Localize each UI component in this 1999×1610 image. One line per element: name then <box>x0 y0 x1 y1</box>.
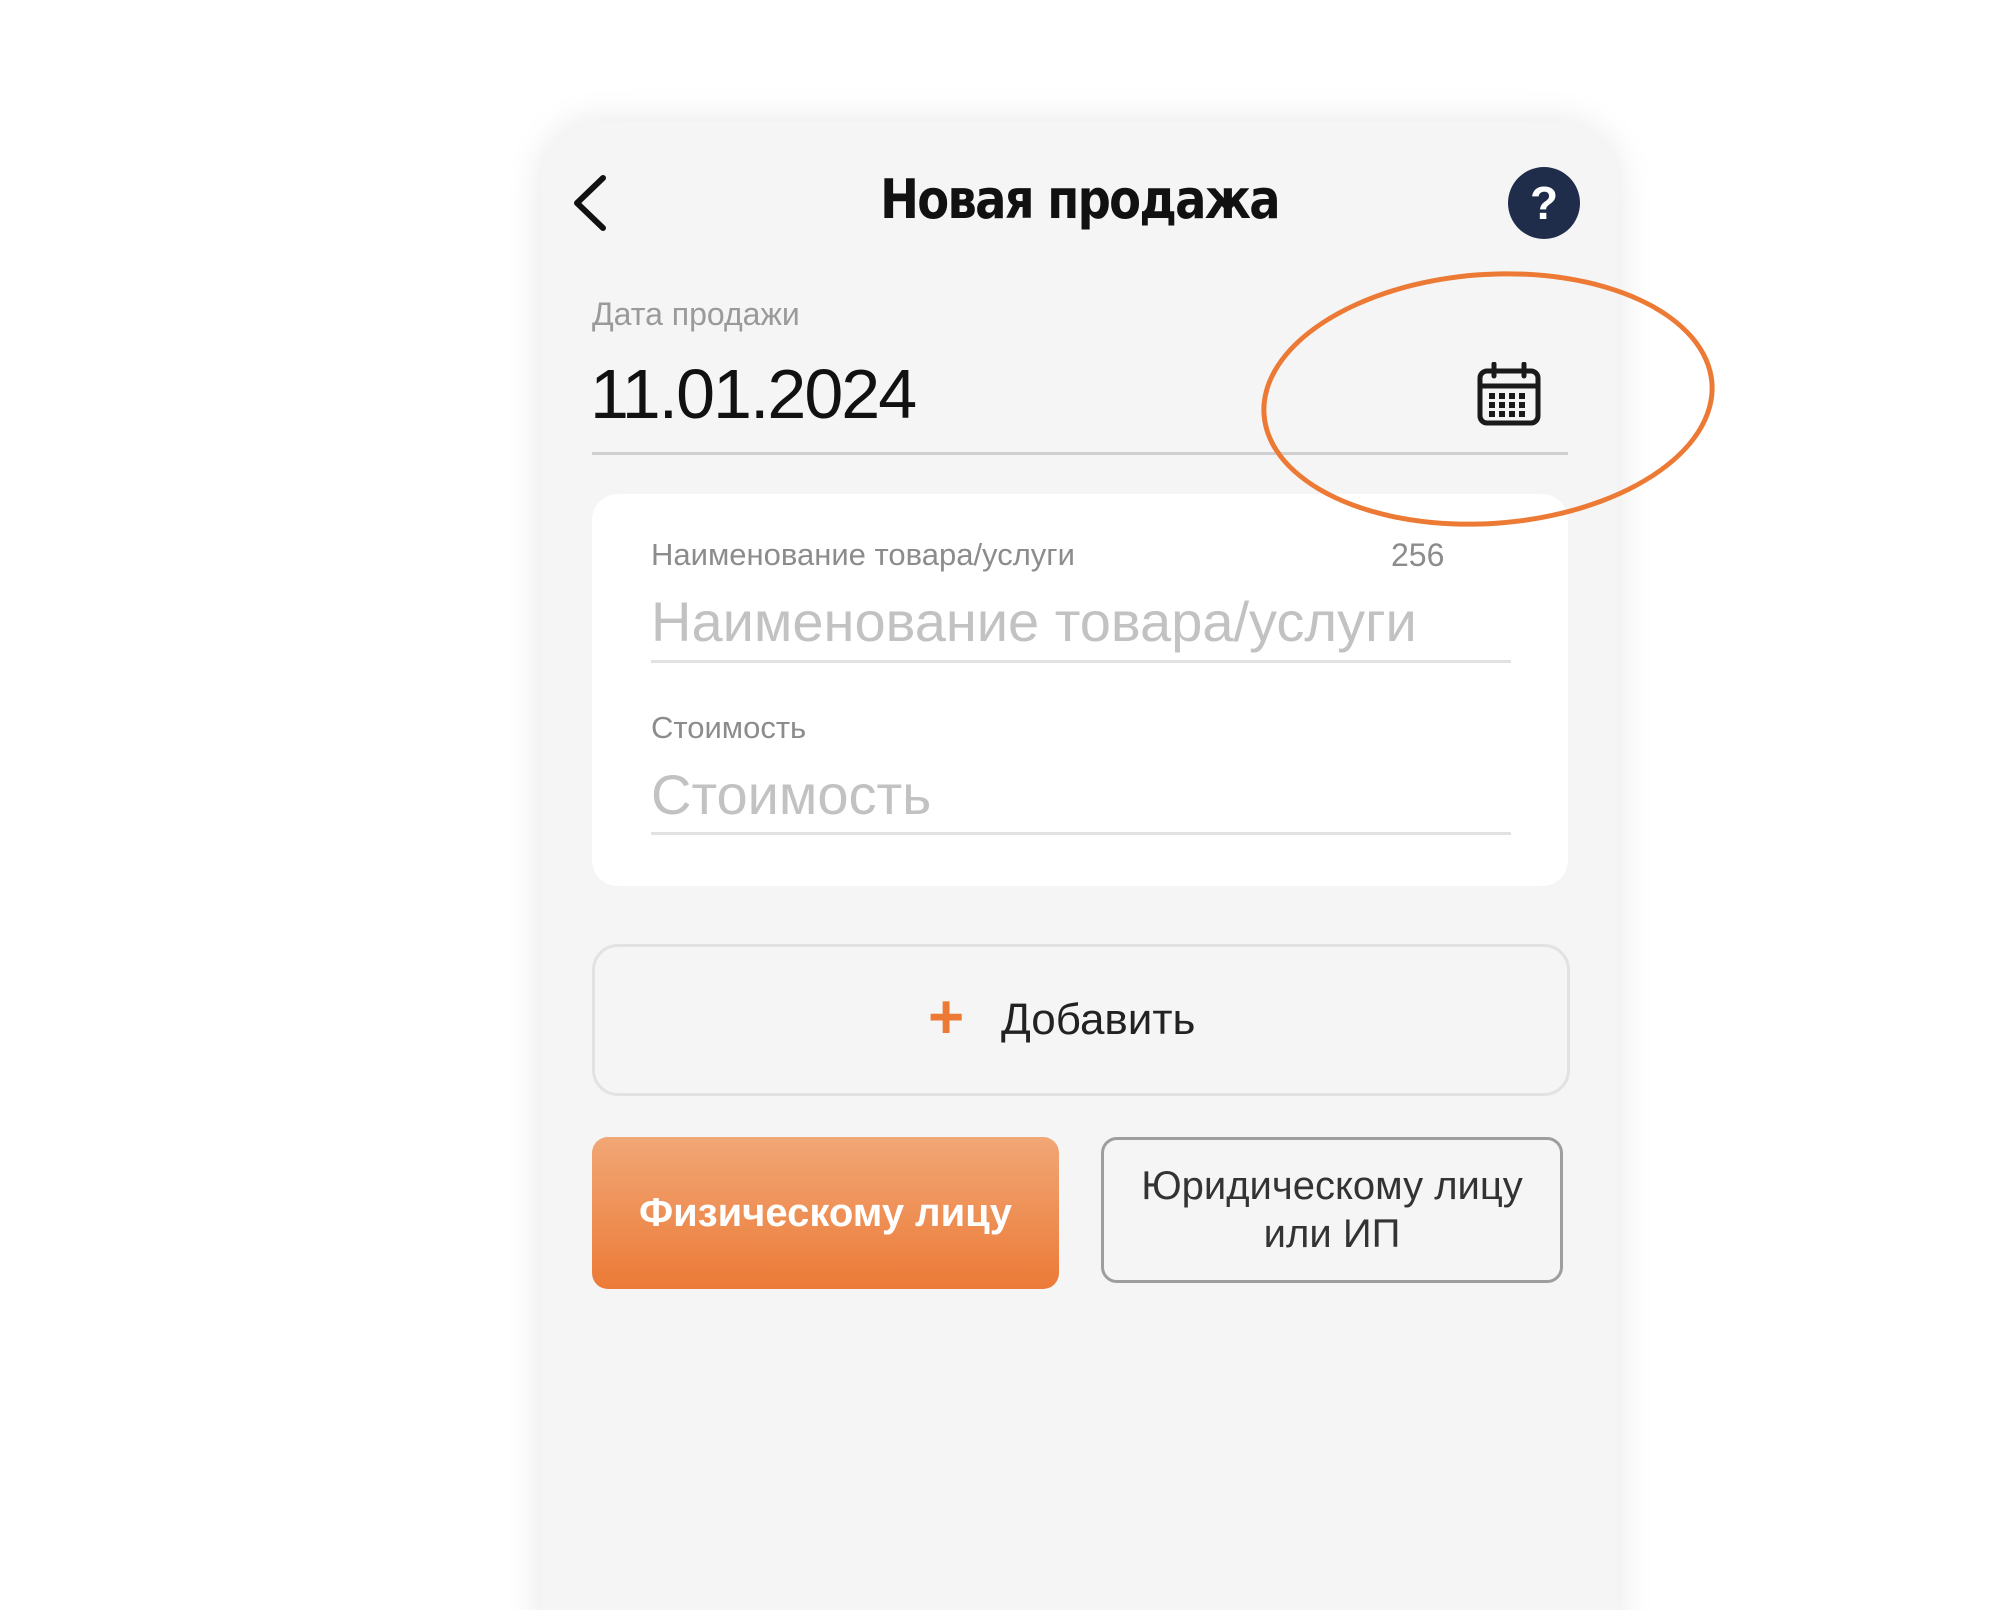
add-item-button[interactable]: + Добавить <box>592 944 1570 1096</box>
add-item-label: Добавить <box>1001 995 1196 1044</box>
question-icon: ? <box>1529 177 1559 229</box>
calendar-icon <box>1477 361 1541 426</box>
individual-customer-label: Физическому лицу <box>638 1190 1013 1235</box>
legal-entity-label-line2: или ИП <box>1263 1212 1401 1256</box>
item-name-counter: 256 <box>1391 537 1445 573</box>
item-name-input[interactable] <box>651 586 1511 656</box>
page-title: Новая продажа <box>880 168 1280 231</box>
calendar-button[interactable] <box>1476 361 1542 428</box>
item-name-underline <box>651 660 1511 663</box>
item-name-label: Наименование товара/услуги <box>651 537 1075 572</box>
price-underline <box>651 832 1511 835</box>
phone-screen: Новая продажа ? Дата продажи 11.01.2024 <box>541 122 1618 1610</box>
price-label: Стоимость <box>651 710 807 745</box>
legal-entity-label-line1: Юридическому лицу <box>1141 1164 1523 1208</box>
item-card: Наименование товара/услуги 256 Стоимость <box>592 494 1568 886</box>
date-underline <box>592 452 1568 455</box>
price-input[interactable] <box>651 759 1511 829</box>
chevron-left-icon <box>574 175 606 231</box>
date-value[interactable]: 11.01.2024 <box>590 354 917 434</box>
help-button[interactable]: ? <box>1508 167 1580 239</box>
legal-entity-label: Юридическому лицу или ИП <box>1141 1162 1523 1258</box>
screen: Новая продажа ? Дата продажи 11.01.2024 <box>0 0 1999 1610</box>
legal-entity-button[interactable]: Юридическому лицу или ИП <box>1101 1137 1563 1283</box>
individual-customer-button[interactable]: Физическому лицу <box>592 1137 1059 1289</box>
back-button[interactable] <box>559 168 619 238</box>
plus-icon: + <box>928 983 965 1052</box>
date-label: Дата продажи <box>592 296 800 332</box>
